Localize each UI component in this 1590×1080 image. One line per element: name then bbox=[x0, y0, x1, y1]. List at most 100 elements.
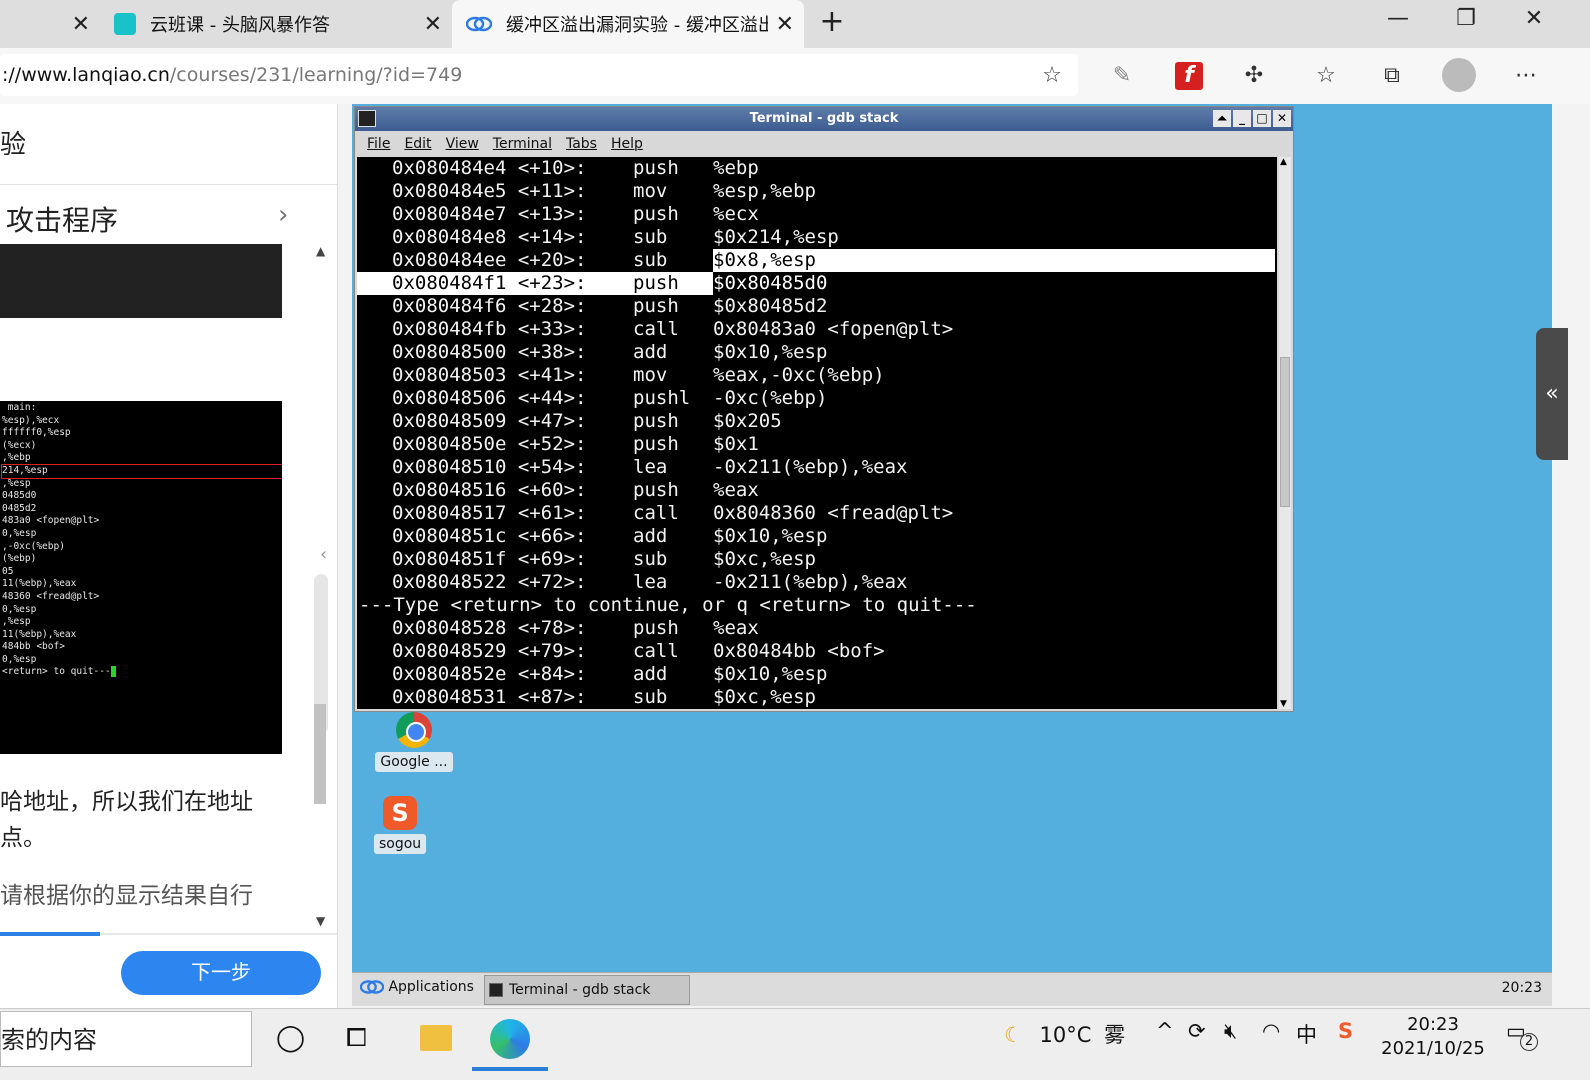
weather-widget[interactable]: ☾ 10°C 雾 bbox=[1004, 1019, 1125, 1049]
terminal-window[interactable]: Terminal - gdb stack ⏶ _ □ ✕ File Edit Vie… bbox=[354, 106, 1294, 712]
flash-extension-icon[interactable]: f bbox=[1175, 62, 1203, 90]
asm-addr: 0x08048503 <+41>: bbox=[392, 364, 587, 386]
asm-op: mov bbox=[633, 180, 668, 202]
url-path: /courses/231/learning/?id=749 bbox=[169, 64, 463, 86]
terminal-scrollbar[interactable]: ▲ ▼ bbox=[1279, 157, 1291, 709]
desktop-icon-google[interactable]: Google ... bbox=[374, 712, 454, 772]
terminal-line: 0x08048510 <+54>: lea -0x211(%ebp),%eax bbox=[357, 456, 1275, 479]
shade-icon[interactable]: ⏶ bbox=[1213, 110, 1231, 127]
terminal-menu-tabs[interactable]: Tabs bbox=[566, 131, 597, 157]
maximize-icon[interactable]: □ bbox=[1253, 110, 1271, 127]
extensions-icon[interactable]: ✣ bbox=[1240, 62, 1268, 90]
lanqiao-favicon-icon bbox=[466, 16, 492, 32]
asm-addr: 0x080484fb <+33>: bbox=[392, 318, 587, 340]
close-icon[interactable]: ✕ bbox=[72, 12, 90, 37]
terminal-menu-edit[interactable]: Edit bbox=[404, 131, 431, 157]
ime-indicator[interactable]: 中 bbox=[1296, 1019, 1317, 1049]
asm-addr: 0x080484f1 <+23>: bbox=[392, 272, 587, 295]
asm-arg: %ebp bbox=[713, 157, 759, 179]
thumb-line: 484bb <bof> bbox=[2, 641, 65, 653]
panel-clock: 20:23 bbox=[1501, 980, 1542, 996]
chevron-right-icon[interactable]: › bbox=[278, 200, 288, 230]
remote-desktop: Terminal - gdb stack ⏶ _ □ ✕ File Edit Vie… bbox=[352, 104, 1552, 1006]
desktop-icon-sogou[interactable]: S sogou bbox=[374, 796, 427, 854]
close-icon[interactable]: ✕ bbox=[776, 12, 794, 37]
applications-label: Applications bbox=[388, 979, 474, 995]
terminal-line: 0x08048531 <+87>: sub $0xc,%esp bbox=[357, 686, 1275, 709]
thumb-line: 0,%esp bbox=[2, 653, 37, 665]
asm-op: push bbox=[633, 433, 679, 455]
asm-op: mov bbox=[633, 364, 668, 386]
pen-extension-icon[interactable]: ✎ bbox=[1108, 62, 1136, 90]
favorites-icon[interactable]: ☆ bbox=[1312, 62, 1340, 90]
asm-op: lea bbox=[633, 456, 668, 478]
terminal-menubar: File Edit View Terminal Tabs Help bbox=[355, 131, 1293, 157]
terminal-titlebar[interactable]: Terminal - gdb stack ⏶ _ □ ✕ bbox=[355, 107, 1293, 131]
terminal-line: 0x080484f1 <+23>: push $0x80485d0 bbox=[357, 272, 1275, 295]
url-field[interactable]: ://www.lanqiao.cn/courses/231/learning/?… bbox=[0, 54, 1078, 96]
asm-addr: 0x0804850e <+52>: bbox=[392, 433, 587, 455]
cortana-icon[interactable]: ◯ bbox=[276, 1023, 305, 1053]
terminal-menu-file[interactable]: File bbox=[367, 131, 390, 157]
next-step-button[interactable]: 下一步 bbox=[121, 951, 321, 995]
terminal-line: 0x080484f6 <+28>: push $0x80485d2 bbox=[357, 295, 1275, 318]
search-input[interactable]: 索的内容 bbox=[0, 1011, 252, 1067]
thumb-line: 214,%esp bbox=[1, 464, 282, 479]
terminal-menu-help[interactable]: Help bbox=[611, 131, 643, 157]
thumb-line: ,%esp bbox=[2, 477, 31, 489]
tab-yunbanke[interactable]: 云班课 - 头脑风暴作答 ✕ bbox=[100, 0, 452, 48]
sidebar-toggle-icon[interactable]: « bbox=[1536, 328, 1568, 460]
asm-addr: 0x080484e8 <+14>: bbox=[392, 226, 587, 248]
asm-arg: $0xc,%esp bbox=[713, 548, 816, 570]
applications-menu[interactable]: Applications bbox=[359, 979, 474, 995]
terminal-line: 0x08048506 <+44>: pushl -0xc(%ebp) bbox=[357, 387, 1275, 410]
profile-avatar-icon[interactable] bbox=[1442, 58, 1476, 92]
terminal-line: 0x08048500 <+38>: add $0x10,%esp bbox=[357, 341, 1275, 364]
tab-buffer-overflow-lab[interactable]: 缓冲区溢出漏洞实验 - 缓冲区溢出 ✕ bbox=[452, 0, 804, 48]
show-hidden-icons-icon[interactable]: ^ bbox=[1156, 1019, 1174, 1043]
taskbar-item-terminal[interactable]: Terminal - gdb stack bbox=[484, 975, 690, 1005]
progress-bar bbox=[0, 932, 100, 936]
close-icon[interactable]: ✕ bbox=[424, 12, 442, 37]
volume-muted-icon[interactable]: 🔇︎ bbox=[1224, 1019, 1237, 1044]
edge-icon[interactable] bbox=[490, 1019, 530, 1059]
asm-arg: $0x10,%esp bbox=[713, 525, 828, 547]
minimize-icon[interactable]: — bbox=[1378, 6, 1418, 31]
restore-icon[interactable]: ❐ bbox=[1446, 6, 1486, 31]
notification-icon[interactable]: ▭ 2 bbox=[1506, 1019, 1538, 1051]
new-tab-icon[interactable]: + bbox=[812, 4, 852, 39]
terminal-line: 0x08048529 <+79>: call 0x80484bb <bof> bbox=[357, 640, 1275, 663]
task-view-icon[interactable]: ⧠ bbox=[346, 1023, 367, 1054]
terminal-line: 0x080484e5 <+11>: mov %esp,%ebp bbox=[357, 180, 1275, 203]
asm-addr: 0x080484e4 <+10>: bbox=[392, 157, 587, 179]
code-image-partial bbox=[0, 244, 282, 318]
sogou-tray-icon[interactable]: S bbox=[1338, 1019, 1353, 1043]
close-window-icon[interactable]: ✕ bbox=[1514, 6, 1554, 31]
tab-previous[interactable]: ✕ bbox=[0, 0, 100, 48]
asm-arg: $0x8,%esp bbox=[713, 249, 816, 271]
terminal-menu-terminal[interactable]: Terminal bbox=[493, 131, 552, 157]
close-icon[interactable]: ✕ bbox=[1273, 110, 1291, 127]
add-favorite-icon[interactable]: ☆ bbox=[1038, 62, 1066, 90]
continue-prompt: ---Type <return> to continue, or q <retu… bbox=[359, 594, 977, 616]
terminal-output[interactable]: 0x080484e4 <+10>: push %ebp 0x080484e5 <+11… bbox=[357, 157, 1277, 709]
asm-arg: $0x80485d0 bbox=[713, 272, 828, 294]
collections-icon[interactable]: ⧉ bbox=[1378, 62, 1406, 90]
scrollbar[interactable]: ▲ ▼ bbox=[314, 244, 328, 934]
minimize-icon[interactable]: _ bbox=[1233, 110, 1251, 127]
body-text: 请根据你的显示结果自行 bbox=[0, 883, 253, 909]
network-sync-icon[interactable]: ⟳ bbox=[1188, 1019, 1206, 1043]
weather-icon: ☾ bbox=[1004, 1023, 1023, 1047]
collapse-left-icon[interactable]: ‹ bbox=[320, 544, 327, 565]
more-menu-icon[interactable]: ⋯ bbox=[1512, 62, 1540, 90]
asm-addr: 0x080484e7 <+13>: bbox=[392, 203, 587, 225]
wifi-icon[interactable]: ◠ bbox=[1262, 1019, 1280, 1043]
asm-addr: 0x080484f6 <+28>: bbox=[392, 295, 587, 317]
terminal-line: 0x08048517 <+61>: call 0x8048360 <fread@pl… bbox=[357, 502, 1275, 525]
asm-op: push bbox=[633, 479, 679, 501]
file-explorer-icon[interactable] bbox=[420, 1025, 452, 1051]
step-title[interactable]: 攻击程序 bbox=[6, 199, 118, 239]
terminal-menu-view[interactable]: View bbox=[446, 131, 479, 157]
system-clock[interactable]: 20:23 2021/10/25 bbox=[1378, 1013, 1488, 1061]
terminal-icon bbox=[358, 110, 376, 127]
